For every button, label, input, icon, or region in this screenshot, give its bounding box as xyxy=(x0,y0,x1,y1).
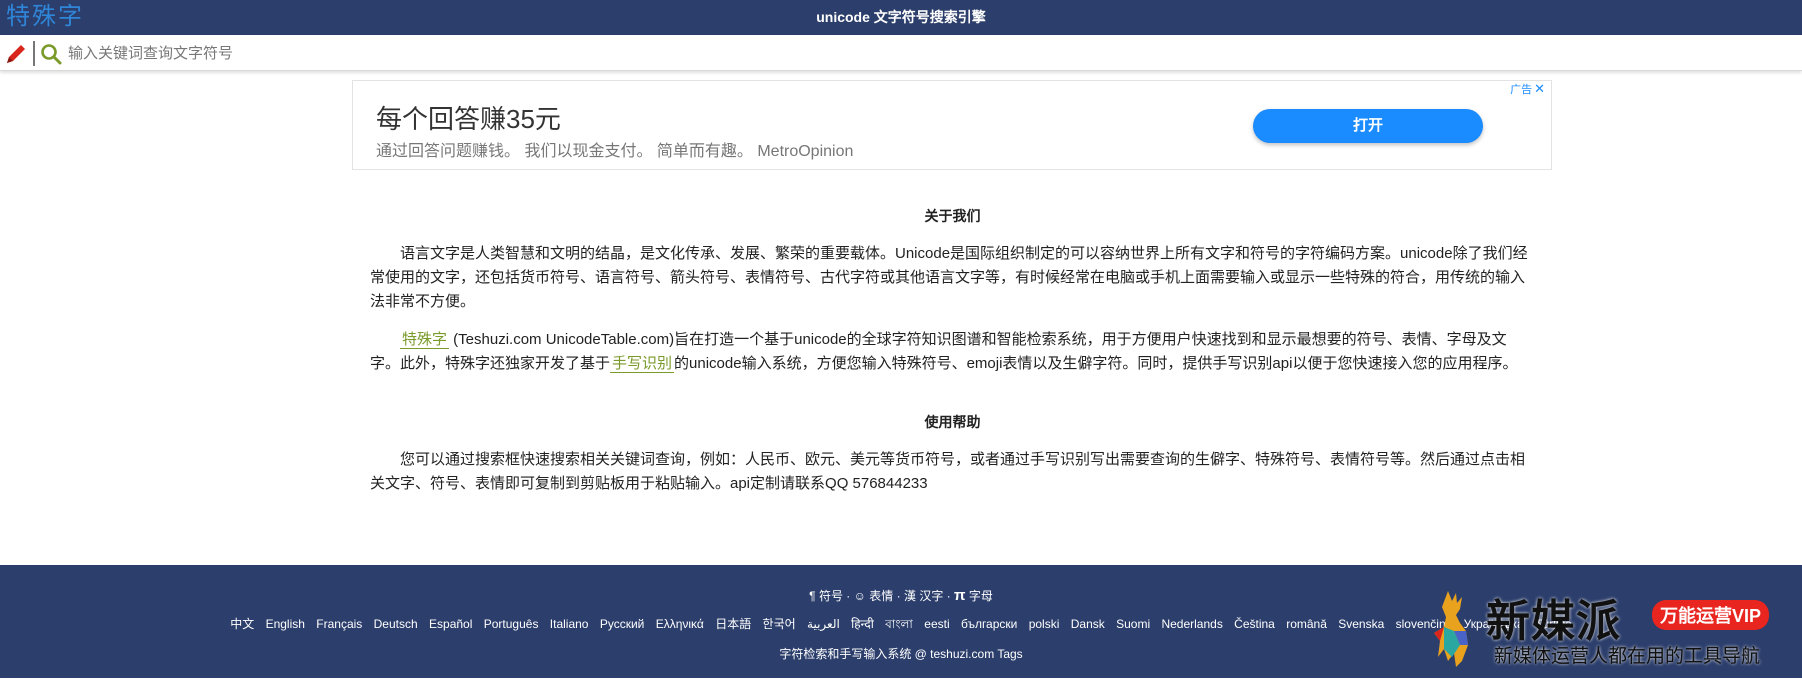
pilcrow-icon: ¶ xyxy=(809,589,816,603)
lang-link[interactable]: 日本語 xyxy=(715,617,751,631)
ad-close-icon[interactable]: ✕ xyxy=(1534,81,1545,96)
lang-link[interactable]: Français xyxy=(316,617,362,631)
ad-title: 每个回答赚35元 xyxy=(376,104,561,134)
lang-link[interactable]: polski xyxy=(1029,617,1060,631)
about-paragraph-2: 特殊字 (Teshuzi.com UnicodeTable.com)旨在打造一个… xyxy=(370,328,1535,376)
nav-letters[interactable]: π 字母 xyxy=(954,587,993,604)
lang-link[interactable]: 한국어 xyxy=(763,617,796,631)
ad-open-button[interactable]: 打开 xyxy=(1253,109,1483,143)
tags-link[interactable]: Tags xyxy=(997,647,1022,661)
han-icon: 漢 xyxy=(903,589,916,603)
lang-link[interactable]: Español xyxy=(429,617,472,631)
watermark: 新媒派 万能运营VIP 新媒体运营人都在用的工具导航 xyxy=(1426,585,1796,675)
lang-link[interactable]: Nederlands xyxy=(1161,617,1222,631)
toolbar-separator xyxy=(33,41,35,66)
about-paragraph-2-text-2: 的unicode输入系统，方便您输入特殊符号、emoji表情以及生僻字符。同时，… xyxy=(674,355,1518,372)
handwriting-link[interactable]: 手写识别 xyxy=(610,355,675,373)
lang-link[interactable]: বাংলা xyxy=(885,617,913,631)
lang-link[interactable]: Português xyxy=(484,617,539,631)
lang-link[interactable]: Русский xyxy=(600,617,645,631)
nav-emoji[interactable]: ☺ 表情 xyxy=(854,589,894,603)
about-paragraph-1: 语言文字是人类智慧和文明的结晶，是文化传承、发展、繁荣的重要载体。Unicode… xyxy=(370,245,1528,310)
ad-choices[interactable]: 广告 ✕ xyxy=(1510,81,1545,97)
ad-subtitle: 通过回答问题赚钱。 我们以现金支付。 简单而有趣。 MetroOpinion xyxy=(376,143,854,160)
lang-link[interactable]: eesti xyxy=(924,617,949,631)
main-content: 关于我们 语言文字是人类智慧和文明的结晶，是文化传承、发展、繁荣的重要载体。Un… xyxy=(370,204,1535,510)
watermark-tagline: 新媒体运营人都在用的工具导航 xyxy=(1494,646,1761,667)
lang-link[interactable]: Ελληνικά xyxy=(656,617,704,631)
lang-link[interactable]: English xyxy=(266,617,305,631)
copyright-text[interactable]: 字符检索和手写输入系统 @ teshuzi.com xyxy=(779,647,994,661)
lang-link[interactable]: 中文 xyxy=(230,617,254,631)
lang-link[interactable]: हिन्दी xyxy=(851,617,874,631)
watermark-brand: 新媒派 xyxy=(1486,597,1621,646)
smiley-icon: ☺ xyxy=(853,589,866,603)
nav-symbols[interactable]: ¶ 符号 xyxy=(809,589,843,603)
lang-link[interactable]: Dansk xyxy=(1071,617,1105,631)
lang-link[interactable]: Svenska xyxy=(1338,617,1384,631)
vip-badge: 万能运营VIP xyxy=(1652,600,1770,630)
search-icon[interactable] xyxy=(40,43,62,65)
pi-icon: π xyxy=(954,587,966,604)
search-input[interactable] xyxy=(66,39,1166,67)
lang-link[interactable]: العربية xyxy=(807,617,840,631)
lang-link[interactable]: Suomi xyxy=(1116,617,1150,631)
ad-label: 广告 xyxy=(1510,84,1533,96)
lang-link[interactable]: Deutsch xyxy=(374,617,418,631)
lang-link[interactable]: Italiano xyxy=(550,617,589,631)
site-title: unicode 文字符号搜索引擎 xyxy=(816,9,986,25)
lang-link[interactable]: български xyxy=(961,617,1017,631)
deer-logo-icon xyxy=(1434,591,1468,667)
top-header: 特殊字 unicode 文字符号搜索引擎 xyxy=(0,0,1802,35)
nav-hanzi[interactable]: 漢 汉字 xyxy=(904,589,943,603)
lang-link[interactable]: Čeština xyxy=(1234,617,1275,631)
advertisement[interactable]: 每个回答赚35元 通过回答问题赚钱。 我们以现金支付。 简单而有趣。 Metro… xyxy=(352,80,1552,170)
pencil-icon[interactable] xyxy=(4,42,28,66)
lang-link[interactable]: română xyxy=(1286,617,1327,631)
help-heading: 使用帮助 xyxy=(924,414,981,430)
search-bar xyxy=(0,35,1802,71)
teshuzi-link[interactable]: 特殊字 xyxy=(400,331,450,349)
help-paragraph: 您可以通过搜索框快速搜索相关关键词查询，例如：人民币、欧元、美元等货币符号，或者… xyxy=(370,451,1526,492)
about-heading: 关于我们 xyxy=(924,208,981,224)
